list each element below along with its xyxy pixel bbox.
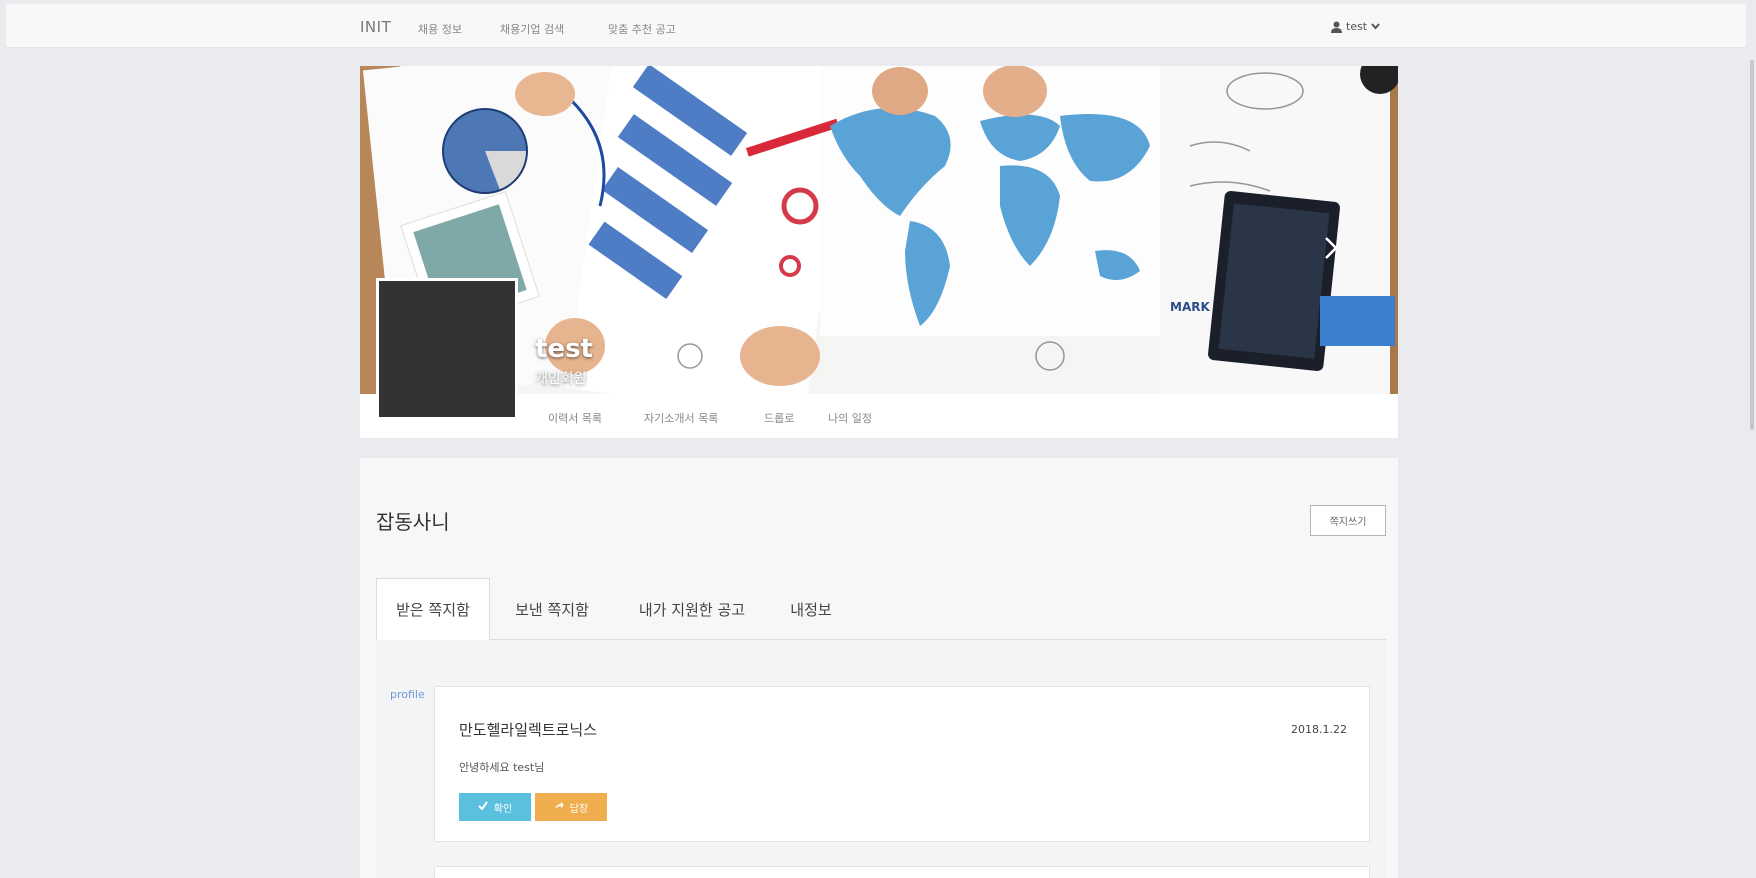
page-scrollbar[interactable] <box>1750 60 1754 430</box>
top-navbar: INIT 채용 정보 채용기업 검색 맞춤 추천 공고 test <box>6 4 1746 48</box>
reply-button-label: 답장 <box>569 803 589 815</box>
message-sender: 만도헬라일렉트로닉스 <box>459 721 598 739</box>
chevron-down-icon <box>1371 23 1380 30</box>
tab-dropbox[interactable]: 드롭로 <box>764 410 794 426</box>
confirm-button-label: 확인 <box>493 803 513 815</box>
brand-logo[interactable]: INIT <box>360 18 391 36</box>
user-menu[interactable]: test <box>1331 20 1380 33</box>
message-body: 안녕하세요 test님 <box>459 761 545 774</box>
message-card-next <box>434 866 1370 878</box>
write-message-button[interactable]: 쪽지쓰기 <box>1310 505 1386 536</box>
confirm-button[interactable]: 확인 <box>459 793 531 821</box>
profile-name: test <box>535 334 593 364</box>
nav-link-recommended[interactable]: 맞춤 추천 공고 <box>608 21 676 37</box>
profile-cover-section: MARK test 개인회원 이력서 목록 자기소개서 목록 드롭로 나의 일정 <box>360 66 1398 438</box>
profile-member-type: 개인회원 <box>535 371 587 387</box>
message-tabs: 받은 쪽지함 보낸 쪽지함 내가 지원한 공고 내정보 <box>376 578 1386 641</box>
page-title: 잡동사니 <box>376 510 450 534</box>
user-icon <box>1331 21 1342 33</box>
avatar <box>376 278 518 420</box>
user-menu-label: test <box>1346 20 1368 33</box>
chevron-right-icon[interactable] <box>1324 236 1338 260</box>
tab-sent-messages[interactable]: 보낸 쪽지함 <box>490 578 614 641</box>
svg-text:MARK: MARK <box>1170 300 1210 314</box>
tab-resume-list[interactable]: 이력서 목록 <box>548 410 602 426</box>
tab-applied-jobs[interactable]: 내가 지원한 공고 <box>614 578 770 641</box>
message-card: 만도헬라일렉트로닉스 2018.1.22 안녕하세요 test님 확인 답장 <box>434 686 1370 842</box>
tab-received-messages[interactable]: 받은 쪽지함 <box>376 578 490 641</box>
sender-profile-link[interactable]: profile <box>390 688 425 701</box>
nav-link-company-search[interactable]: 채용기업 검색 <box>500 21 564 37</box>
reply-button[interactable]: 답장 <box>535 793 607 821</box>
share-icon <box>554 801 564 813</box>
tab-my-schedule[interactable]: 나의 일정 <box>828 410 872 426</box>
message-panel: 잡동사니 쪽지쓰기 받은 쪽지함 보낸 쪽지함 내가 지원한 공고 내정보 pr… <box>360 458 1398 878</box>
tab-my-info[interactable]: 내정보 <box>770 578 852 641</box>
nav-link-job-info[interactable]: 채용 정보 <box>418 21 462 37</box>
received-messages-content: profile 만도헬라일렉트로닉스 2018.1.22 안녕하세요 test님… <box>376 640 1386 878</box>
message-date: 2018.1.22 <box>1291 723 1347 736</box>
tab-cover-letter-list[interactable]: 자기소개서 목록 <box>644 410 718 426</box>
check-icon <box>478 801 488 813</box>
